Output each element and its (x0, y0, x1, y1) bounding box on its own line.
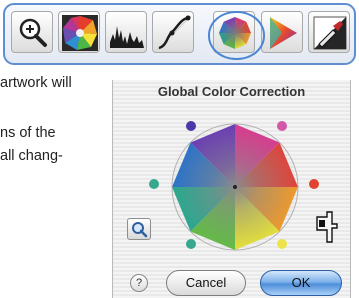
body-text-line-3: all chang- (0, 148, 63, 164)
color-wheel[interactable] (171, 123, 299, 251)
global-color-correction-dialog: Global Color Correction ? Cancel OK (112, 80, 351, 298)
magnifier-icon (132, 222, 148, 238)
dialog-zoom-button[interactable] (127, 218, 151, 240)
body-text-line-1: artwork will (0, 75, 72, 91)
handle-teal[interactable] (186, 239, 196, 249)
histogram-icon (110, 26, 144, 48)
color-wheel-panel (149, 121, 319, 251)
curves-icon (156, 15, 192, 51)
curves-tool-button[interactable] (152, 11, 194, 53)
handle-violet[interactable] (186, 121, 196, 131)
histogram-tool-button[interactable] (105, 11, 147, 53)
cancel-button[interactable]: Cancel (166, 270, 246, 296)
handle-red[interactable] (309, 179, 319, 189)
help-button[interactable]: ? (130, 274, 148, 292)
selected-tool-highlight (208, 11, 265, 60)
color-balance-tool-button[interactable] (58, 11, 100, 53)
color-balance-icon (62, 15, 98, 51)
magnifier-tool-button[interactable] (11, 11, 53, 53)
color-triangle-tool-button[interactable] (261, 11, 303, 53)
ok-button[interactable]: OK (260, 270, 342, 296)
wheel-center-point (233, 185, 237, 189)
magnifier-icon (19, 18, 47, 47)
handle-magenta[interactable] (277, 121, 287, 131)
toolbar (3, 3, 356, 65)
handle-cyan[interactable] (149, 179, 159, 189)
body-text-line-2: ns of the (0, 125, 56, 141)
eyedropper-icon (313, 16, 347, 50)
color-triangle-icon (270, 17, 297, 49)
eyedropper-tool-button[interactable] (308, 11, 350, 53)
handle-yellow[interactable] (277, 239, 287, 249)
neutral-picker-icon[interactable] (313, 210, 341, 244)
